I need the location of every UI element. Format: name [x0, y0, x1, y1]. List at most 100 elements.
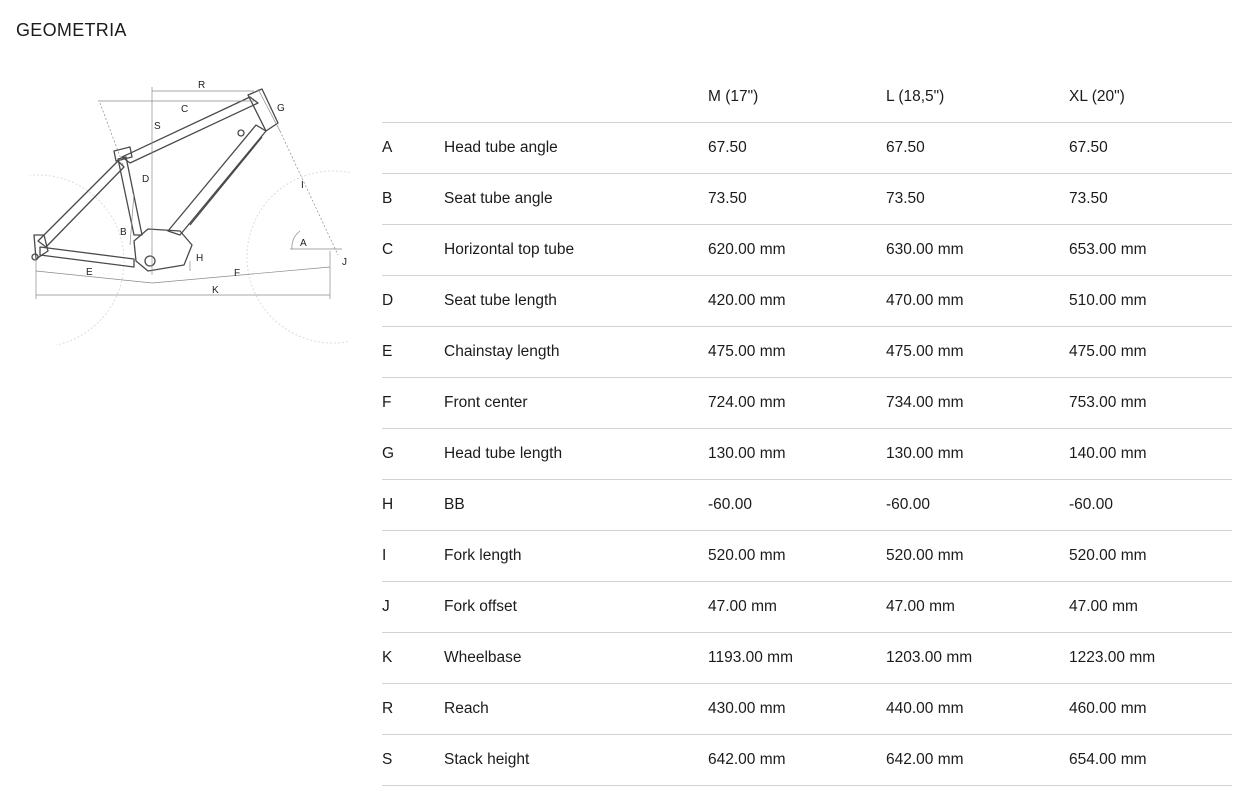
row-code: I	[382, 530, 444, 582]
row-code: D	[382, 275, 444, 327]
row-value-l: 642.00 mm	[886, 734, 1069, 786]
row-value-m: 420.00 mm	[708, 275, 886, 327]
row-name: BB	[444, 479, 708, 531]
dim-label-k: K	[212, 285, 219, 296]
row-value-m: -60.00	[708, 479, 886, 531]
row-code: A	[382, 122, 444, 174]
row-name: Head tube length	[444, 428, 708, 480]
dim-label-h: H	[196, 253, 203, 264]
row-value-xl: 47.00 mm	[1069, 581, 1232, 633]
row-value-xl: 475.00 mm	[1069, 326, 1232, 378]
bike-geometry-diagram: R G C S I D B A H J E F K	[30, 75, 350, 345]
row-value-l: 73.50	[886, 173, 1069, 225]
row-name: Reach	[444, 683, 708, 735]
row-name: Fork offset	[444, 581, 708, 633]
row-name: Head tube angle	[444, 122, 708, 174]
row-name: Front center	[444, 377, 708, 429]
dim-label-g: G	[277, 103, 285, 114]
row-value-xl: 73.50	[1069, 173, 1232, 225]
bike-frame	[31, 88, 279, 272]
row-value-l: 130.00 mm	[886, 428, 1069, 480]
row-code: B	[382, 173, 444, 225]
row-value-m: 724.00 mm	[708, 377, 886, 429]
front-wheel-outline	[246, 170, 350, 344]
row-value-l: 470.00 mm	[886, 275, 1069, 327]
row-value-l: -60.00	[886, 479, 1069, 531]
table-header-row: M (17") L (18,5") XL (20")	[382, 72, 1232, 123]
row-value-l: 47.00 mm	[886, 581, 1069, 633]
table-row: G Head tube length 130.00 mm 130.00 mm 1…	[382, 428, 1232, 480]
dim-label-e: E	[86, 267, 93, 278]
table-row: J Fork offset 47.00 mm 47.00 mm 47.00 mm	[382, 581, 1232, 633]
row-name: Chainstay length	[444, 326, 708, 378]
table-row: E Chainstay length 475.00 mm 475.00 mm 4…	[382, 326, 1232, 378]
row-value-m: 520.00 mm	[708, 530, 886, 582]
header-size-m: M (17")	[708, 72, 886, 123]
table-row: D Seat tube length 420.00 mm 470.00 mm 5…	[382, 275, 1232, 327]
row-value-l: 520.00 mm	[886, 530, 1069, 582]
table-row: S Stack height 642.00 mm 642.00 mm 654.0…	[382, 734, 1232, 786]
row-value-m: 47.00 mm	[708, 581, 886, 633]
row-value-m: 642.00 mm	[708, 734, 886, 786]
row-value-m: 430.00 mm	[708, 683, 886, 735]
row-value-xl: 653.00 mm	[1069, 224, 1232, 276]
header-name	[444, 72, 708, 123]
row-value-xl: 654.00 mm	[1069, 734, 1232, 786]
row-name: Wheelbase	[444, 632, 708, 684]
row-value-l: 1203.00 mm	[886, 632, 1069, 684]
row-name: Seat tube length	[444, 275, 708, 327]
table-row: H BB -60.00 -60.00 -60.00	[382, 479, 1232, 531]
row-value-l: 440.00 mm	[886, 683, 1069, 735]
dim-label-d: D	[142, 174, 149, 185]
dim-label-i: I	[301, 180, 304, 191]
dim-label-a: A	[300, 238, 307, 249]
row-value-xl: 460.00 mm	[1069, 683, 1232, 735]
row-code: F	[382, 377, 444, 429]
row-code: C	[382, 224, 444, 276]
row-value-m: 1193.00 mm	[708, 632, 886, 684]
dim-label-f: F	[234, 268, 240, 279]
row-value-m: 130.00 mm	[708, 428, 886, 480]
row-value-m: 620.00 mm	[708, 224, 886, 276]
row-code: R	[382, 683, 444, 735]
row-value-l: 475.00 mm	[886, 326, 1069, 378]
row-value-xl: 753.00 mm	[1069, 377, 1232, 429]
page-title: GEOMETRIA	[16, 20, 127, 40]
row-value-l: 734.00 mm	[886, 377, 1069, 429]
row-value-m: 475.00 mm	[708, 326, 886, 378]
dim-label-j: J	[342, 257, 347, 268]
dim-label-c: C	[181, 104, 188, 115]
row-value-xl: 520.00 mm	[1069, 530, 1232, 582]
row-value-xl: -60.00	[1069, 479, 1232, 531]
header-size-l: L (18,5")	[886, 72, 1069, 123]
row-value-xl: 1223.00 mm	[1069, 632, 1232, 684]
row-code: E	[382, 326, 444, 378]
table-row: B Seat tube angle 73.50 73.50 73.50	[382, 173, 1232, 225]
row-code: H	[382, 479, 444, 531]
row-value-l: 67.50	[886, 122, 1069, 174]
dim-label-s: S	[154, 121, 161, 132]
row-code: K	[382, 632, 444, 684]
table-row: R Reach 430.00 mm 440.00 mm 460.00 mm	[382, 683, 1232, 735]
dim-label-r: R	[198, 80, 205, 91]
bike-geometry-svg: R G C S I D B A H J E F K	[30, 80, 350, 345]
row-value-xl: 67.50	[1069, 122, 1232, 174]
row-name: Fork length	[444, 530, 708, 582]
row-code: G	[382, 428, 444, 480]
table-row: K Wheelbase 1193.00 mm 1203.00 mm 1223.0…	[382, 632, 1232, 684]
row-code: J	[382, 581, 444, 633]
row-value-m: 67.50	[708, 122, 886, 174]
row-name: Stack height	[444, 734, 708, 786]
row-code: S	[382, 734, 444, 786]
row-value-m: 73.50	[708, 173, 886, 225]
table-row: F Front center 724.00 mm 734.00 mm 753.0…	[382, 377, 1232, 429]
row-name: Seat tube angle	[444, 173, 708, 225]
header-code	[382, 72, 444, 123]
row-value-xl: 510.00 mm	[1069, 275, 1232, 327]
header-size-xl: XL (20")	[1069, 72, 1232, 123]
geometry-table: M (17") L (18,5") XL (20") A Head tube a…	[382, 72, 1232, 786]
row-value-xl: 140.00 mm	[1069, 428, 1232, 480]
table-row: A Head tube angle 67.50 67.50 67.50	[382, 122, 1232, 174]
table-row: I Fork length 520.00 mm 520.00 mm 520.00…	[382, 530, 1232, 582]
table-row: C Horizontal top tube 620.00 mm 630.00 m…	[382, 224, 1232, 276]
